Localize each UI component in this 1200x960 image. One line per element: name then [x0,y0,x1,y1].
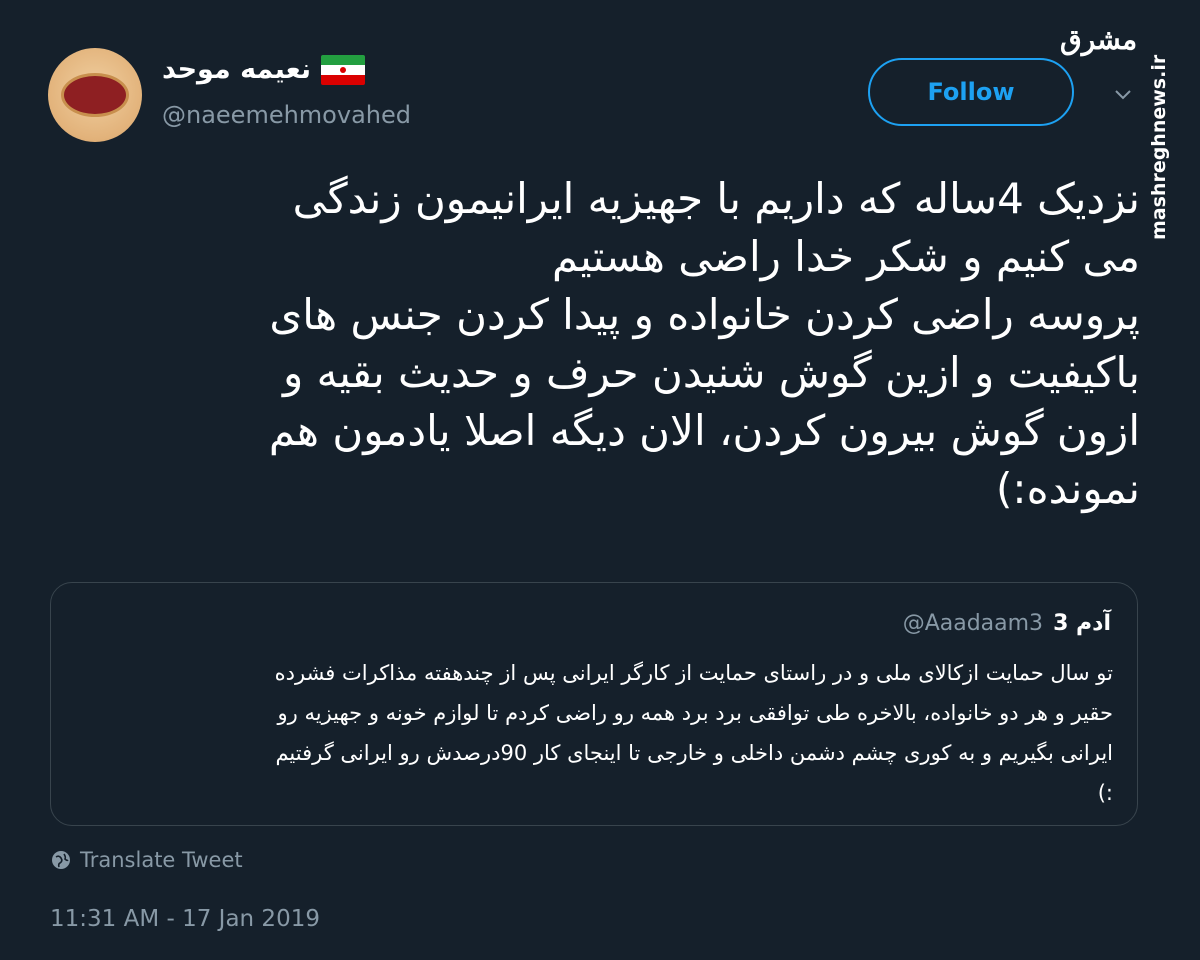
translate-tweet-label: Translate Tweet [80,848,243,872]
avatar[interactable] [48,48,142,142]
globe-icon [52,851,70,869]
author-display-name[interactable]: نعیمه موحد [162,54,365,85]
quoted-tweet-handle: @Aaadaam3 [902,611,1044,636]
iran-flag-icon [320,54,365,85]
chevron-down-icon[interactable] [1112,84,1134,106]
author-name-text: نعیمه موحد [162,54,311,85]
quoted-tweet-text: تو سال حمایت ازکالای ملی و در راستای حما… [274,661,1113,805]
tweet-text: نزدیک 4ساله که داریم با جهیزیه ایرانیمون… [268,174,1140,513]
tweet-timestamp[interactable]: 11:31 AM - 17 Jan 2019 [50,906,320,932]
translate-tweet-link[interactable]: Translate Tweet [50,848,243,872]
follow-button[interactable]: Follow [868,58,1074,126]
watermark-logo: مشرق [1060,23,1138,56]
author-handle[interactable]: @naeemehmovahed [162,101,411,129]
avatar-logo [61,73,129,117]
watermark-site: mashreghnews.ir [1148,54,1170,240]
quoted-tweet-card[interactable]: آدم 3 @Aaadaam3 تو سال حمایت ازکالای ملی… [50,582,1138,826]
quoted-tweet-header: آدم 3 @Aaadaam3 [903,611,1111,636]
quoted-tweet-name: آدم 3 [1053,611,1111,636]
